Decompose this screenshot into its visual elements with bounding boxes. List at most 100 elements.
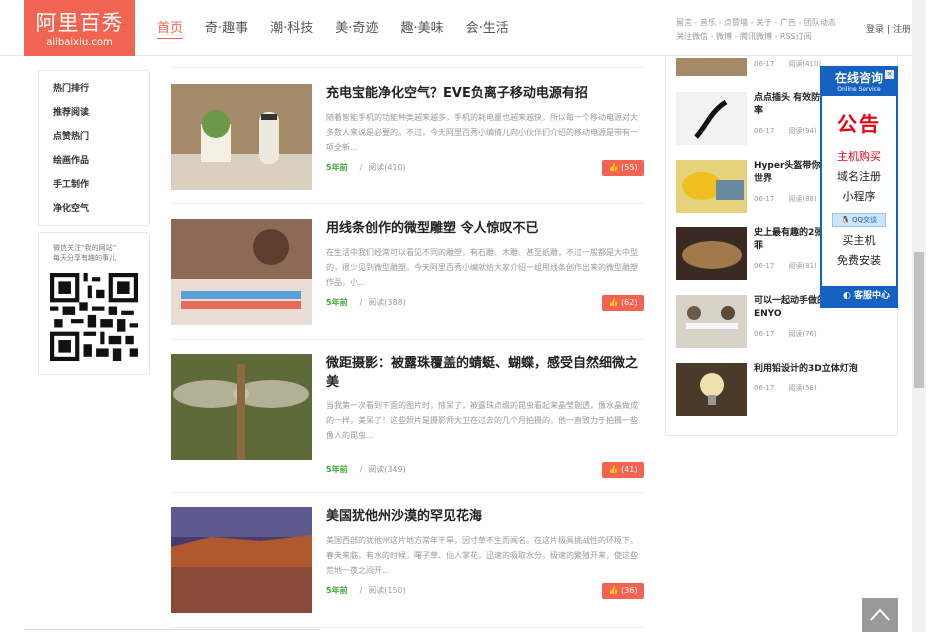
article-time: 5年前 [326,298,348,307]
article-meta: 5年前 / 阅读(388) [326,298,406,307]
article-item[interactable]: 微距摄影：被露珠覆盖的蜻蜓、蝴蝶，感受自然细微之美 当我第一次看到下面的图片时，… [171,354,644,489]
side-title[interactable]: 利用铅设计的3D立体灯泡 [754,363,886,376]
like-count: (36) [621,586,638,595]
divider [171,339,644,340]
side-date: 06-17 [754,127,775,135]
side-date: 06-17 [754,384,775,392]
register-link[interactable]: 注册 [893,25,911,35]
consult-domain[interactable]: 域名注册 [822,167,896,187]
divider [24,629,320,630]
top-links-row1[interactable]: 留言 - 音乐 - 点赞墙 - 关于 - 广告 - 团队动态 [676,16,854,30]
side-thumbnail[interactable] [676,227,747,280]
article-desc: 在生活中我们经常可以看见不同的雕塑，有石雕、木雕、甚至纸雕，不过一般都是大中型的… [326,248,638,287]
close-icon[interactable]: × [885,70,894,79]
top-links-row2[interactable]: 关注微信 - 微博 - 腾讯微博 - RSS订阅 [676,30,854,44]
like-count: (55) [621,163,638,172]
divider [171,627,644,628]
nav-food[interactable]: 趣·美味 [400,20,443,39]
article-thumbnail[interactable] [171,354,312,460]
side-date: 06-17 [754,330,775,338]
back-to-top-button[interactable] [862,598,898,632]
article-meta: 5年前 / 阅读(150) [326,586,406,595]
nav-fun[interactable]: 奇·趣事 [205,20,248,39]
side-date: 06-17 [754,262,775,270]
category-item[interactable]: 绘画作品 [53,155,149,179]
side-date: 06-17 [754,195,775,203]
headset-icon: ◐ [842,291,851,301]
article-title[interactable]: 微距摄影：被露珠覆盖的蜻蜓、蝴蝶，感受自然细微之美 [326,354,644,392]
side-list-item[interactable]: 利用铅设计的3D立体灯泡 06-17 阅读(58) [676,363,886,417]
divider [171,203,644,204]
consult-host-purchase[interactable]: 主机购买 [822,147,896,167]
qq-chat-button[interactable]: 🐧 QQ交谈 [832,213,886,227]
article-time: 5年前 [326,586,348,595]
divider [171,492,644,493]
side-reads: 阅读(76) [788,330,817,338]
article-meta: 5年前 / 阅读(410) [326,163,406,172]
article-item[interactable]: 充电宝能净化空气？EVE负离子移动电源有招 随着智能手机的功能种类越来越多，手机… [171,84,644,219]
article-reads: 阅读(388) [368,298,406,307]
article-thumbnail[interactable] [171,507,312,613]
article-item[interactable]: 美国犹他州沙漠的罕见花海 美国西部的犹他州这片地方常年干旱，因寸草不生而闻名。在… [171,507,644,632]
like-button[interactable]: 👍 (41) [602,462,644,478]
side-thumbnail[interactable] [676,295,747,348]
article-time: 5年前 [326,163,348,172]
qq-icon: 🐧 [841,216,850,224]
like-button[interactable]: 👍 (62) [602,295,644,311]
article-time: 5年前 [326,465,348,474]
article-desc: 美国西部的犹他州这片地方常年干旱，因寸草不生而闻名。在这片极具挑战性的环境下，春… [326,536,638,575]
article-title[interactable]: 美国犹他州沙漠的罕见花海 [326,507,644,526]
side-date: 06-17 [754,60,775,68]
qr-code-image [50,273,138,361]
side-thumbnail[interactable] [676,92,747,145]
thumbs-up-icon: 👍 [608,163,619,172]
side-thumbnail[interactable] [676,58,747,76]
scrollbar-thumb[interactable] [914,252,924,388]
nav-home[interactable]: 首页 [157,20,184,39]
online-consult-panel: 在线咨询 Online Service × 公告 主机购买 域名注册 小程序 🐧… [820,66,898,308]
category-menu: 热门排行 推荐阅读 点赞热门 绘画作品 手工制作 净化空气 [38,70,150,226]
consult-free-install[interactable]: 免费安装 [822,251,896,271]
side-thumbnail[interactable] [676,160,747,213]
category-item[interactable]: 热门排行 [53,83,149,107]
wechat-line1: 微信关注“我的网站” [53,244,117,252]
site-logo[interactable]: 阿里百秀 alibaixiu.com [24,0,135,56]
logo-cn: 阿里百秀 [35,11,124,35]
like-count: (41) [621,465,638,474]
side-reads: 阅读(81) [788,262,817,270]
nav-tech[interactable]: 潮·科技 [270,20,313,39]
thumbs-up-icon: 👍 [608,465,619,474]
consult-miniprogram[interactable]: 小程序 [822,187,896,207]
nav-wonder[interactable]: 美·奇迹 [335,20,378,39]
like-button[interactable]: 👍 (36) [602,583,644,599]
side-reads: 阅读(410) [788,60,822,68]
consult-buy-host[interactable]: 买主机 [822,231,896,251]
wechat-box: 微信关注“我的网站” 每天分享有趣的事儿 [38,232,150,375]
article-thumbnail[interactable] [171,219,312,325]
article-reads: 阅读(410) [368,163,406,172]
like-button[interactable]: 👍 (55) [602,160,644,176]
article-item[interactable]: 用线条创作的微型雕塑 令人惊叹不已 在生活中我们经常可以看见不同的雕塑，有石雕、… [171,219,644,354]
category-item[interactable]: 净化空气 [53,203,149,227]
divider [171,67,644,68]
service-center-button[interactable]: ◐ 客服中心 [822,286,896,306]
side-thumbnail[interactable] [676,363,747,416]
chevron-up-icon [870,608,890,621]
article-title[interactable]: 充电宝能净化空气？EVE负离子移动电源有招 [326,84,644,103]
site-header: 阿里百秀 alibaixiu.com 首页 奇·趣事 潮·科技 美·奇迹 趣·美… [0,0,912,56]
article-meta: 5年前 / 阅读(349) [326,465,406,474]
logo-en: alibaixiu.com [46,37,113,48]
category-item[interactable]: 推荐阅读 [53,107,149,131]
notice-heading: 公告 [837,112,881,136]
nav-life[interactable]: 会·生活 [466,20,509,39]
category-item[interactable]: 手工制作 [53,179,149,203]
article-reads: 阅读(349) [368,465,406,474]
login-link[interactable]: 登录 [866,25,884,35]
article-desc: 随着智能手机的功能种类越来越多，手机的耗电量也越来越快，所以每一个移动电源对大多… [326,113,638,152]
main-nav: 首页 奇·趣事 潮·科技 美·奇迹 趣·美味 会·生活 [157,20,531,39]
article-title[interactable]: 用线条创作的微型雕塑 令人惊叹不已 [326,219,644,238]
category-item[interactable]: 点赞热门 [53,131,149,155]
side-reads: 阅读(88) [788,195,817,203]
article-thumbnail[interactable] [171,84,312,190]
thumbs-up-icon: 👍 [608,586,619,595]
